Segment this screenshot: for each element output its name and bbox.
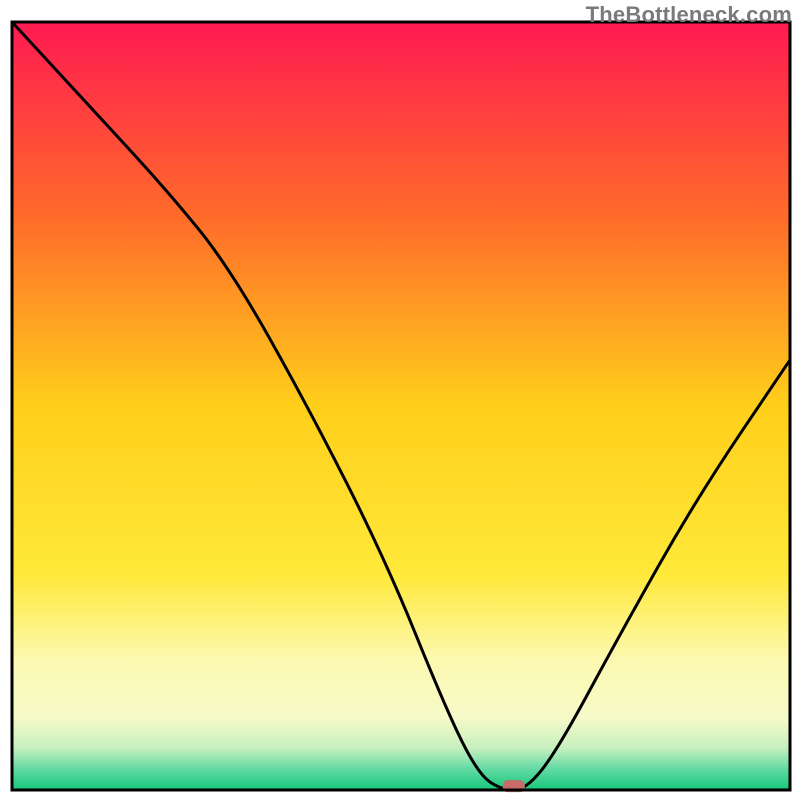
bottleneck-chart bbox=[0, 0, 800, 800]
watermark-label: TheBottleneck.com bbox=[586, 2, 792, 28]
gradient-background bbox=[12, 22, 790, 790]
chart-container: TheBottleneck.com bbox=[0, 0, 800, 800]
